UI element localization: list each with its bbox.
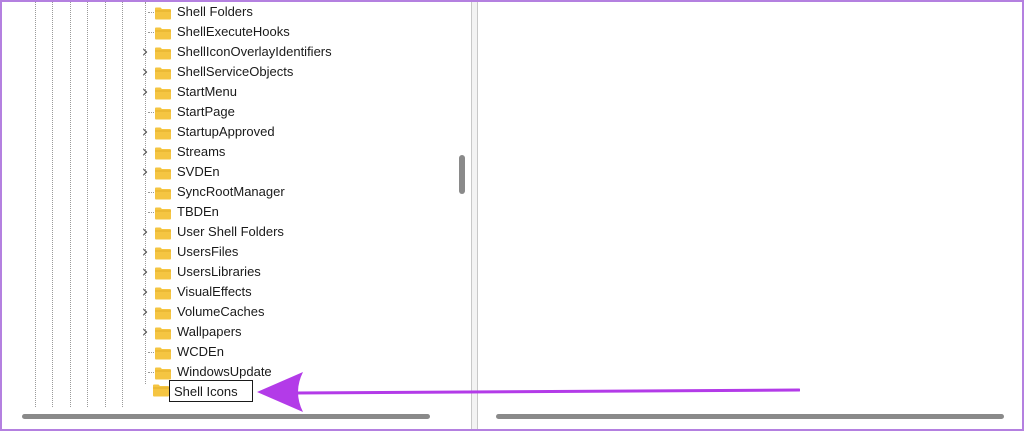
folder-icon <box>154 305 172 320</box>
tree-guide-line <box>105 2 106 407</box>
tree-item-label: ShellExecuteHooks <box>177 24 290 39</box>
tree-item[interactable]: Shell Folders <box>136 2 454 22</box>
folder-icon <box>153 384 169 397</box>
folder-icon <box>154 185 172 200</box>
tree-item[interactable]: › StartupApproved <box>136 122 454 142</box>
chevron-right-icon[interactable]: › <box>138 123 152 141</box>
folder-icon <box>154 85 172 100</box>
tree-item[interactable]: › Streams <box>136 142 454 162</box>
tree-item-label: SyncRootManager <box>177 184 285 199</box>
folder-icon <box>154 265 172 280</box>
tree-item-label: User Shell Folders <box>177 224 284 239</box>
horizontal-scrollbar-thumb[interactable] <box>22 414 430 419</box>
chevron-right-icon[interactable]: › <box>138 303 152 321</box>
tree-guide-line <box>52 2 53 407</box>
tree-item-label: WCDEn <box>177 344 224 359</box>
tree-item[interactable]: › User Shell Folders <box>136 222 454 242</box>
tree-item-label: Shell Folders <box>177 4 253 19</box>
chevron-right-icon[interactable]: › <box>138 83 152 101</box>
tree-item[interactable]: › VisualEffects <box>136 282 454 302</box>
tree-vertical-scrollbar[interactable] <box>454 2 471 407</box>
chevron-right-icon[interactable]: › <box>138 63 152 81</box>
pane-splitter[interactable] <box>471 2 478 429</box>
tree-item-label: VisualEffects <box>177 284 252 299</box>
folder-icon <box>154 65 172 80</box>
tree-item[interactable]: TBDEn <box>136 202 454 222</box>
chevron-right-icon[interactable]: › <box>138 323 152 341</box>
tree-item[interactable]: › StartMenu <box>136 82 454 102</box>
tree-guide-line <box>87 2 88 407</box>
folder-icon <box>154 165 172 180</box>
folder-icon <box>154 245 172 260</box>
tree-item[interactable]: › Wallpapers <box>136 322 454 342</box>
chevron-right-icon[interactable]: › <box>138 43 152 61</box>
tree-item-label: UsersFiles <box>177 244 239 259</box>
tree-item[interactable]: › VolumeCaches <box>136 302 454 322</box>
folder-icon <box>154 225 172 240</box>
vertical-scrollbar-thumb[interactable] <box>459 155 465 194</box>
folder-icon <box>154 285 172 300</box>
tree-item-label: TBDEn <box>177 204 219 219</box>
chevron-right-icon[interactable]: › <box>138 223 152 241</box>
chevron-right-icon[interactable]: › <box>138 243 152 261</box>
chevron-right-icon[interactable]: › <box>138 283 152 301</box>
folder-icon <box>154 325 172 340</box>
folder-icon <box>154 145 172 160</box>
folder-icon <box>154 365 172 380</box>
folder-icon <box>154 205 172 220</box>
tree-item-label: VolumeCaches <box>177 304 265 319</box>
tree-item-label: Wallpapers <box>177 324 242 339</box>
tree-item-label: Streams <box>177 144 226 159</box>
folder-icon <box>154 105 172 120</box>
tree-guide-line <box>70 2 71 407</box>
folder-icon <box>154 45 172 60</box>
registry-tree-pane[interactable]: Shell Folders ShellExecuteHooks › ShellIcon… <box>2 2 454 407</box>
tree-item[interactable]: WCDEn <box>136 342 454 362</box>
tree-item-label: ShellIconOverlayIdentifiers <box>177 44 332 59</box>
folder-icon <box>154 5 172 20</box>
tree-item-label: StartupApproved <box>177 124 275 139</box>
tree-item-label: StartMenu <box>177 84 237 99</box>
tree-item-label: ShellServiceObjects <box>177 64 294 79</box>
new-key-name-input[interactable] <box>169 380 253 402</box>
tree-item[interactable]: › ShellServiceObjects <box>136 62 454 82</box>
folder-icon <box>154 345 172 360</box>
horizontal-scrollbar-thumb[interactable] <box>496 414 1004 419</box>
tree-item-label: SVDEn <box>177 164 220 179</box>
tree-item-label: UsersLibraries <box>177 264 261 279</box>
tree-item[interactable]: › ShellIconOverlayIdentifiers <box>136 42 454 62</box>
tree-item[interactable]: › SVDEn <box>136 162 454 182</box>
chevron-right-icon[interactable]: › <box>138 163 152 181</box>
tree-guide-line <box>122 2 123 407</box>
tree-guide-line <box>35 2 36 407</box>
folder-icon <box>154 125 172 140</box>
tree-item[interactable]: StartPage <box>136 102 454 122</box>
tree-item-label: StartPage <box>177 104 235 119</box>
tree-item[interactable]: › UsersFiles <box>136 242 454 262</box>
folder-icon <box>154 25 172 40</box>
chevron-right-icon[interactable]: › <box>138 143 152 161</box>
tree-item[interactable]: SyncRootManager <box>136 182 454 202</box>
arrow-left-icon <box>257 372 800 412</box>
tree-item[interactable]: › UsersLibraries <box>136 262 454 282</box>
tree-item[interactable]: ShellExecuteHooks <box>136 22 454 42</box>
chevron-right-icon[interactable]: › <box>138 263 152 281</box>
